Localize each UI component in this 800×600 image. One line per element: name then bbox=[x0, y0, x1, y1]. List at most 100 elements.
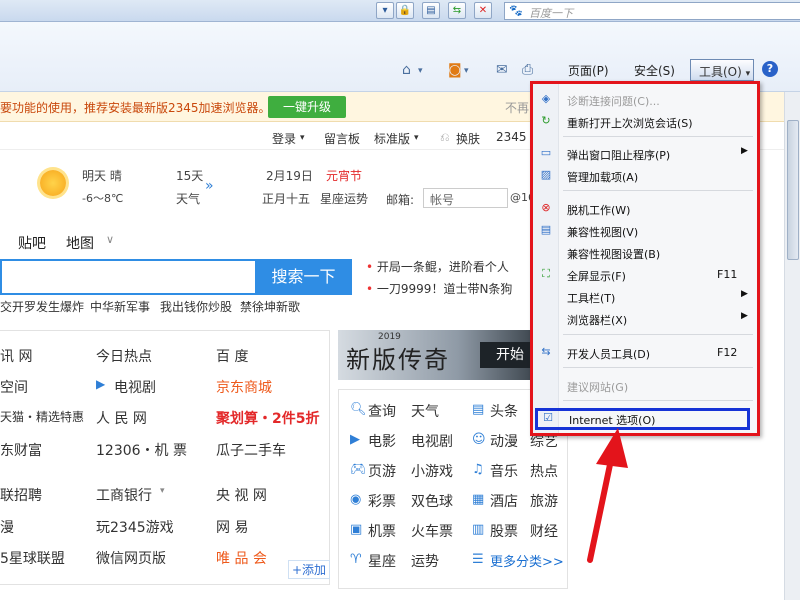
chevron-right-icon[interactable]: » bbox=[205, 178, 214, 194]
skin-icon[interactable]: ⎌ bbox=[440, 130, 450, 145]
game-banner[interactable]: 2019 新版传奇 开始 bbox=[338, 330, 538, 380]
mailbox-input[interactable]: 帐号 bbox=[423, 188, 508, 208]
horoscope-link[interactable]: 星座运势 bbox=[320, 190, 368, 207]
site-link[interactable]: 漫 bbox=[0, 517, 14, 537]
site-link[interactable]: 讯 网 bbox=[0, 346, 32, 366]
search-box[interactable]: 🐾 百度一下 bbox=[504, 2, 800, 20]
feeds-dropdown-icon[interactable]: ▾ bbox=[464, 66, 469, 76]
holiday-text[interactable]: 元宵节 bbox=[326, 167, 362, 184]
site-link[interactable]: 聚划算・2件5折 bbox=[216, 408, 319, 428]
category-link[interactable]: 查询 bbox=[368, 401, 396, 421]
category-link[interactable]: 动漫 bbox=[490, 431, 518, 451]
search-input[interactable] bbox=[0, 259, 255, 295]
category-link[interactable]: 头条 bbox=[490, 401, 518, 421]
category-link[interactable]: 小游戏 bbox=[411, 461, 453, 481]
category-link[interactable]: 机票 bbox=[368, 521, 396, 541]
message-board-link[interactable]: 留言板 bbox=[324, 130, 360, 147]
print-icon[interactable]: ⎙ bbox=[522, 62, 533, 78]
search-button[interactable]: 搜索一下 bbox=[255, 259, 352, 295]
hot-link[interactable]: 交开罗发生爆炸 bbox=[0, 298, 84, 315]
menu-item-suggested-sites[interactable]: 建议网站(G) bbox=[533, 375, 757, 397]
hot-link[interactable]: 我出钱你炒股 bbox=[160, 298, 232, 315]
menu-item-fullscreen[interactable]: ⛶ 全屏显示(F) F11 bbox=[533, 264, 757, 286]
category-link[interactable]: 电影 bbox=[368, 431, 396, 451]
category-link[interactable]: 酒店 bbox=[490, 491, 518, 511]
site-link[interactable]: 5星球联盟 bbox=[0, 548, 65, 568]
stop-icon[interactable]: ✕ bbox=[474, 2, 492, 19]
hot-link[interactable]: 中华新军事 bbox=[90, 298, 150, 315]
site-link[interactable]: 唯 品 会 bbox=[216, 548, 267, 568]
category-link[interactable]: 双色球 bbox=[411, 491, 453, 511]
menu-item-dev-tools[interactable]: ⇆ 开发人员工具(D) F12 bbox=[533, 342, 757, 364]
site-link[interactable]: 京东商城 bbox=[216, 377, 272, 397]
menu-item-popup-blocker[interactable]: ▭ 弹出窗口阻止程序(P) ▶ bbox=[533, 143, 757, 165]
dropdown-icon[interactable]: ▾ bbox=[376, 2, 394, 19]
page-menu[interactable]: 页面(P) bbox=[568, 62, 609, 79]
menu-item-work-offline[interactable]: ⊗ 脱机工作(W) bbox=[533, 198, 757, 220]
site-link[interactable]: 微信网页版 bbox=[96, 548, 166, 568]
mail-icon[interactable]: ✉ bbox=[496, 62, 508, 78]
site-link[interactable]: 今日热点 bbox=[96, 346, 152, 366]
tools-menu-button[interactable]: 工具(O) ▾ bbox=[690, 59, 754, 81]
category-link[interactable]: 旅游 bbox=[530, 491, 558, 511]
upgrade-button[interactable]: 一键升级 bbox=[268, 96, 346, 118]
site-link[interactable]: 玩2345游戏 bbox=[96, 517, 174, 537]
category-link[interactable]: 火车票 bbox=[411, 521, 453, 541]
add-site-button[interactable]: +添加 bbox=[288, 560, 331, 579]
site-link[interactable]: 天猫・精选特惠 bbox=[0, 408, 84, 425]
nav-tieba[interactable]: 贴吧 bbox=[18, 233, 46, 253]
menu-item-compat-settings[interactable]: 兼容性视图设置(B) bbox=[533, 242, 757, 264]
menu-item-explorer-bars[interactable]: 浏览器栏(X) ▶ bbox=[533, 308, 757, 330]
dismiss-link[interactable]: 不再 bbox=[505, 99, 529, 116]
menu-item-manage-addons[interactable]: ▨ 管理加载项(A) bbox=[533, 165, 757, 187]
category-link[interactable]: 页游 bbox=[368, 461, 396, 481]
category-link[interactable]: 财经 bbox=[530, 521, 558, 541]
refresh-icon[interactable]: ⇆ bbox=[448, 2, 466, 19]
login-link[interactable]: 登录 bbox=[272, 130, 296, 147]
menu-item-toolbars[interactable]: 工具栏(T) ▶ bbox=[533, 286, 757, 308]
help-icon[interactable]: ? bbox=[762, 61, 778, 77]
site-link[interactable]: 联招聘 bbox=[0, 485, 42, 505]
menu-item-reopen-session[interactable]: ↻ 重新打开上次浏览会话(S) bbox=[533, 111, 757, 133]
category-link[interactable]: 热点 bbox=[530, 461, 558, 481]
site-link[interactable]: 瓜子二手车 bbox=[216, 440, 286, 460]
category-link[interactable]: 星座 bbox=[368, 551, 396, 571]
home-dropdown-icon[interactable]: ▾ bbox=[418, 66, 423, 76]
category-link[interactable]: 电视剧 bbox=[411, 431, 453, 451]
side-news-item[interactable]: • 开局一条鲲，进阶看个人 bbox=[366, 258, 509, 275]
forecast-days[interactable]: 15天 bbox=[176, 167, 203, 184]
side-news-item[interactable]: • 一刀9999！道士带N条狗 bbox=[366, 280, 512, 297]
compat-view-icon[interactable]: ▤ bbox=[422, 2, 440, 19]
brand-link[interactable]: 2345 bbox=[496, 130, 527, 144]
site-link[interactable]: 12306・机 票 bbox=[96, 440, 187, 460]
site-link[interactable]: 央 视 网 bbox=[216, 485, 267, 505]
site-link[interactable]: 工商银行 bbox=[96, 485, 152, 505]
more-categories-link[interactable]: 更多分类>> bbox=[490, 551, 564, 570]
login-dropdown-icon[interactable]: ▾ bbox=[300, 133, 305, 143]
site-link[interactable]: 电视剧 bbox=[114, 377, 156, 397]
site-link[interactable]: 网 易 bbox=[216, 517, 248, 537]
forecast-label[interactable]: 天气 bbox=[176, 190, 200, 207]
nav-map[interactable]: 地图 bbox=[66, 233, 94, 253]
category-link[interactable]: 彩票 bbox=[368, 491, 396, 511]
edition-dropdown-icon[interactable]: ▾ bbox=[414, 133, 419, 143]
scrollbar-thumb[interactable] bbox=[787, 120, 799, 260]
site-link[interactable]: 东财富 bbox=[0, 440, 42, 460]
weather-text[interactable]: 明天 晴 bbox=[82, 167, 122, 184]
home-icon[interactable]: ⌂ bbox=[402, 62, 411, 78]
safety-menu[interactable]: 安全(S) bbox=[634, 62, 675, 79]
edition-link[interactable]: 标准版 bbox=[374, 130, 410, 147]
category-link[interactable]: 天气 bbox=[411, 401, 439, 421]
hot-link[interactable]: 禁徐坤新歌 bbox=[240, 298, 300, 315]
menu-item-compat-view[interactable]: ▤ 兼容性视图(V) bbox=[533, 220, 757, 242]
chevron-down-icon[interactable]: ∨ bbox=[106, 233, 114, 246]
category-link[interactable]: 音乐 bbox=[490, 461, 518, 481]
lock-icon[interactable]: 🔒 bbox=[396, 2, 414, 19]
category-link[interactable]: 运势 bbox=[411, 551, 439, 571]
site-link[interactable]: 空间 bbox=[0, 377, 28, 397]
feeds-icon[interactable]: ◙ bbox=[448, 62, 462, 78]
site-link[interactable]: 人 民 网 bbox=[96, 408, 147, 428]
chevron-down-icon[interactable]: ▾ bbox=[160, 486, 165, 496]
menu-item-diagnose[interactable]: ◈ 诊断连接问题(C)... bbox=[533, 89, 757, 111]
category-link[interactable]: 股票 bbox=[490, 521, 518, 541]
